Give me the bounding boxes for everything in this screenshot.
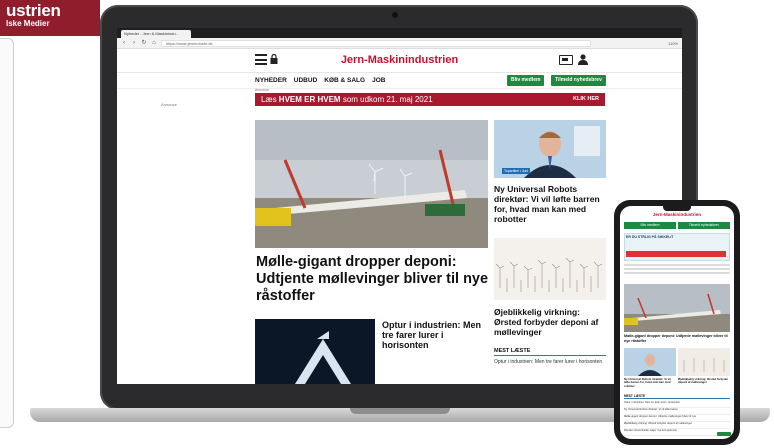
ad-banner[interactable]: Læs HVEM ER HVEM som udkom 21. maj 2021 …	[255, 93, 605, 106]
phone-caption-orsted[interactable]: Øjeblikkelig virkning: Ørsted forbyder d…	[678, 377, 730, 385]
become-member-button[interactable]: Bliv medlem	[507, 75, 545, 86]
robots-article-title[interactable]: Ny Universal Robots direktør: Vi vil løf…	[494, 184, 609, 224]
phone-caption-robots[interactable]: Ny Universal Robots direktør: Vi vil løf…	[624, 377, 676, 388]
brand-card: ustrien lske Medier	[0, 0, 100, 36]
list-item[interactable]: Øjeblikkelig virkning: Ørsted forbyder d…	[624, 422, 730, 429]
laptop-notch	[350, 408, 450, 414]
phone-main-image[interactable]	[624, 284, 730, 332]
phone-newsletter-button[interactable]: Tilmeld nyhedsbrev	[678, 222, 730, 229]
nav-item-udbud[interactable]: UDBUD	[294, 77, 317, 84]
most-read-item[interactable]: Optur i industrien: Men tre farer lurer …	[494, 359, 606, 365]
brand-name: ustrien	[6, 1, 61, 20]
orsted-article-title[interactable]: Øjeblikkelig virkning: Ørsted forbyder d…	[494, 307, 609, 337]
laptop-screen: Nyheder - Jern & Maskinindu... ‹ › ↻ ⌂ h…	[117, 28, 682, 384]
banner-post: som udkom 21. maj 2021	[340, 95, 433, 104]
phone-screen: Jern-Maskinindustrien Bliv medlem Tilmel…	[620, 206, 734, 439]
tablet-edge	[0, 38, 14, 428]
phone-site-logo[interactable]: Jern-Maskinindustrien	[620, 212, 734, 217]
marketing-mockup: ustrien lske Medier Nyheder - Jern & Mas…	[0, 0, 774, 448]
user-icon[interactable]	[578, 54, 588, 65]
site-header: Jern-Maskinindustrien	[117, 49, 682, 73]
phone-main-title[interactable]: Mølle-gigant dropper deponi: Udtjente mø…	[624, 334, 730, 343]
robots-article-image[interactable]: Topartikel i Juni	[494, 120, 606, 178]
banner-bold: HVEM ER HVEM	[278, 95, 341, 104]
small-article-image[interactable]	[255, 319, 375, 384]
list-item[interactable]: Danske virksomheder søger nye kompetence…	[624, 429, 730, 436]
webcam	[392, 12, 398, 18]
small-article-title[interactable]: Optur i industrien: Men tre farer lurer …	[382, 320, 492, 350]
site-nav: NYHEDER UDBUD KØB & SALG JOB Bliv medlem…	[117, 73, 682, 89]
forward-icon[interactable]: ›	[131, 38, 137, 49]
brand-subtitle: lske Medier	[6, 19, 50, 28]
url-input[interactable]: https://www.jernindustri.dk	[161, 39, 591, 47]
phone-ad-text: ER DU STRLIG PÅ SIKKELIT	[626, 235, 674, 239]
phone-most-read-list: Optur i industrien: Men tre farer lurer …	[624, 401, 730, 436]
newspaper-icon[interactable]	[559, 55, 573, 65]
nav-item-job[interactable]: JOB	[372, 77, 385, 84]
address-bar: ‹ › ↻ ⌂ https://www.jernindustri.dk 110%	[117, 38, 682, 49]
ad-label: Annonce	[255, 88, 269, 92]
site-logo[interactable]: Jern-Maskinindustrien	[117, 54, 682, 66]
newsletter-signup-button[interactable]: Tilmeld nyhedsbrev	[551, 75, 606, 86]
side-ad-label: Annonce	[161, 102, 177, 107]
phone-member-button[interactable]: Bliv medlem	[624, 222, 676, 229]
phone-notch	[663, 206, 691, 211]
reload-icon[interactable]: ↻	[141, 38, 147, 49]
list-item[interactable]: Optur i industrien: Men tre farer lurer …	[624, 401, 730, 408]
list-item[interactable]: Ny Universal Robots direktør: Vi vil løf…	[624, 408, 730, 415]
list-item[interactable]: Mølle-gigant dropper deponi: Udtjente mø…	[624, 415, 730, 422]
tab-bar: Nyheder - Jern & Maskinindu...	[117, 28, 682, 38]
main-article-image[interactable]	[255, 120, 488, 248]
phone-floating-button[interactable]	[717, 432, 731, 436]
most-read-heading: MEST LÆSTE	[494, 348, 606, 356]
banner-cta[interactable]: KLIK HER	[573, 93, 599, 106]
home-icon[interactable]: ⌂	[151, 38, 157, 49]
phone-thumb-robots[interactable]	[624, 348, 676, 376]
phone-thumb-orsted[interactable]	[678, 348, 730, 376]
banner-pre: Læs	[261, 95, 279, 104]
zoom-level: 110%	[668, 40, 678, 46]
phone-placeholder-lines	[624, 264, 730, 276]
back-icon[interactable]: ‹	[121, 38, 127, 49]
phone-most-read: MEST LÆSTE	[624, 394, 730, 399]
topartikel-tag: Topartikel i Juni	[502, 168, 531, 174]
phone-ad-bar	[626, 251, 726, 257]
orsted-article-image[interactable]	[494, 238, 606, 300]
nav-item-nyheder[interactable]: NYHEDER	[255, 77, 287, 84]
nav-item-koeb-salg[interactable]: KØB & SALG	[324, 77, 365, 84]
main-article-title[interactable]: Mølle-gigant dropper deponi: Udtjente mø…	[256, 254, 496, 305]
